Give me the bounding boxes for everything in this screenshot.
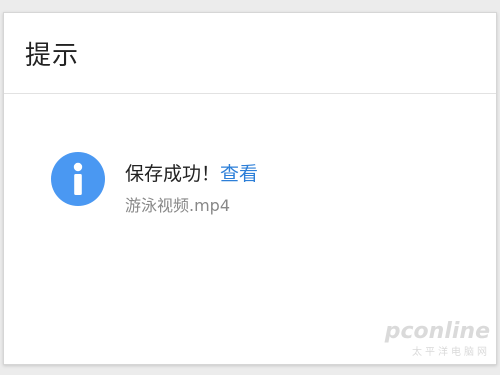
watermark: pconline 太平洋电脑网 <box>384 319 490 359</box>
saved-filename: 游泳视频.mp4 <box>125 196 231 215</box>
watermark-logo: pconline <box>384 319 490 344</box>
dialog-title: 提示 <box>25 41 80 71</box>
view-link[interactable]: 查看 <box>220 163 258 185</box>
dialog-header: 提示 <box>4 13 496 94</box>
info-icon <box>51 152 105 206</box>
watermark-subtitle: 太平洋电脑网 <box>412 347 490 358</box>
page: 提示 保存成功！查看 游泳视频.mp4 pconline 太平洋电脑网 <box>0 0 500 375</box>
notice-dialog: 提示 保存成功！查看 游泳视频.mp4 pconline 太平洋电脑网 <box>3 12 497 365</box>
save-success-message: 保存成功！查看 <box>125 159 258 186</box>
message-text: 保存成功！ <box>125 163 221 185</box>
